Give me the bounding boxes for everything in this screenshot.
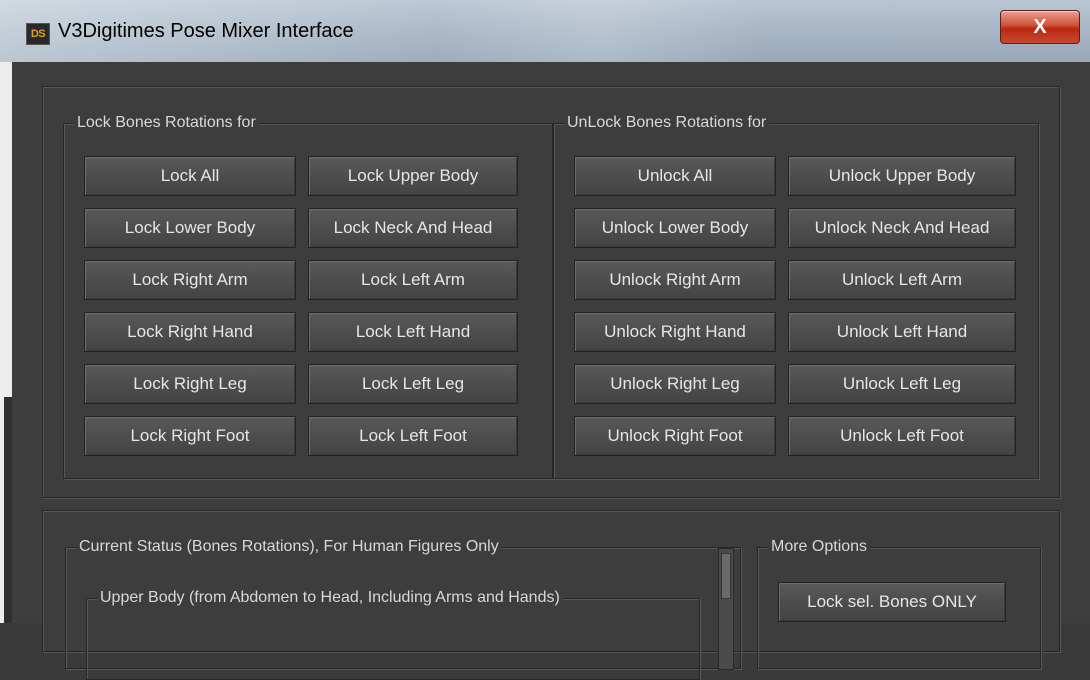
upper-body-status-group: Upper Body (from Abdomen to Head, Includ… [86, 589, 700, 680]
unlock-left-arm-button[interactable]: Unlock Left Arm [788, 260, 1016, 300]
close-button[interactable]: X [1000, 10, 1080, 44]
app-icon: DS [26, 23, 50, 45]
window-title: V3Digitimes Pose Mixer Interface [58, 20, 354, 42]
lock-right-hand-button[interactable]: Lock Right Hand [84, 312, 296, 352]
unlock-right-leg-button[interactable]: Unlock Right Leg [574, 364, 776, 404]
lock-neck-head-button[interactable]: Lock Neck And Head [308, 208, 518, 248]
unlock-group-title: UnLock Bones Rotations for [564, 114, 770, 132]
title-bar: DS V3Digitimes Pose Mixer Interface X [0, 0, 1090, 62]
lock-left-foot-button[interactable]: Lock Left Foot [308, 416, 518, 456]
upper-body-status-title: Upper Body (from Abdomen to Head, Includ… [97, 589, 563, 607]
status-scrollbar[interactable] [718, 548, 734, 670]
current-status-group: Current Status (Bones Rotations), For Hu… [65, 538, 741, 680]
current-status-title: Current Status (Bones Rotations), For Hu… [76, 538, 502, 556]
unlock-all-button[interactable]: Unlock All [574, 156, 776, 196]
lock-bones-group: Lock Bones Rotations for Lock All Lock U… [63, 114, 553, 479]
unlock-left-leg-button[interactable]: Unlock Left Leg [788, 364, 1016, 404]
client-area: Lock Bones Rotations for Lock All Lock U… [12, 62, 1090, 680]
unlock-lower-body-button[interactable]: Unlock Lower Body [574, 208, 776, 248]
background-window-edge [4, 397, 12, 623]
lock-lower-body-button[interactable]: Lock Lower Body [84, 208, 296, 248]
lock-left-arm-button[interactable]: Lock Left Arm [308, 260, 518, 300]
unlock-right-arm-button[interactable]: Unlock Right Arm [574, 260, 776, 300]
lock-left-hand-button[interactable]: Lock Left Hand [308, 312, 518, 352]
lock-group-title: Lock Bones Rotations for [74, 114, 259, 132]
unlock-neck-head-button[interactable]: Unlock Neck And Head [788, 208, 1016, 248]
unlock-bones-group: UnLock Bones Rotations for Unlock All Un… [553, 114, 1039, 479]
more-options-group: More Options Lock sel. Bones ONLY [757, 538, 1041, 669]
unlock-left-foot-button[interactable]: Unlock Left Foot [788, 416, 1016, 456]
lock-selected-bones-button[interactable]: Lock sel. Bones ONLY [778, 582, 1006, 622]
lock-right-arm-button[interactable]: Lock Right Arm [84, 260, 296, 300]
unlock-right-foot-button[interactable]: Unlock Right Foot [574, 416, 776, 456]
lock-upper-body-button[interactable]: Lock Upper Body [308, 156, 518, 196]
lock-right-leg-button[interactable]: Lock Right Leg [84, 364, 296, 404]
more-options-title: More Options [768, 538, 871, 556]
rotation-lock-panel: Lock Bones Rotations for Lock All Lock U… [42, 86, 1060, 498]
lock-right-foot-button[interactable]: Lock Right Foot [84, 416, 296, 456]
unlock-left-hand-button[interactable]: Unlock Left Hand [788, 312, 1016, 352]
status-panel: Current Status (Bones Rotations), For Hu… [42, 510, 1060, 680]
unlock-upper-body-button[interactable]: Unlock Upper Body [788, 156, 1016, 196]
scrollbar-thumb[interactable] [721, 553, 731, 599]
unlock-right-hand-button[interactable]: Unlock Right Hand [574, 312, 776, 352]
lock-all-button[interactable]: Lock All [84, 156, 296, 196]
lock-left-leg-button[interactable]: Lock Left Leg [308, 364, 518, 404]
window-edge [0, 62, 12, 623]
